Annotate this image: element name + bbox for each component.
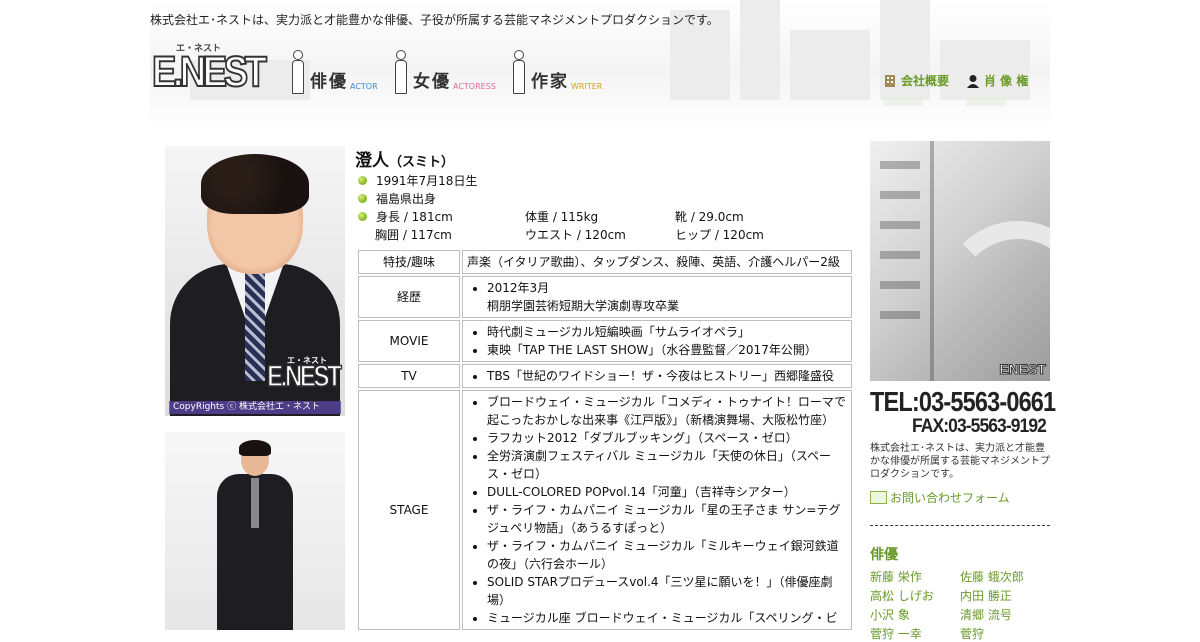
actor-name-kanji: 澄人 xyxy=(355,151,389,171)
actor-link[interactable]: 菅狩 xyxy=(960,625,984,642)
actor-link[interactable]: 菅狩 一幸 xyxy=(870,625,922,642)
list-item: ミュージカル座 ブロードウェイ・ミュージカル「スペリング・ビ xyxy=(487,609,847,627)
green-bullet-icon xyxy=(358,176,367,185)
table-row: MOVIE 時代劇ミュージカル短編映画「サムライオペラ」 東映「TAP THE … xyxy=(358,320,852,362)
career-table: 特技/趣味 声楽（イタリア歌曲）、タップダンス、殺陣、英語、介護ヘルパー2級 経… xyxy=(356,248,854,632)
career-history-cell: 2012年3月 桐朋学園芸術短期大学演劇専攻卒業 xyxy=(462,276,852,318)
nav-actress-label: 女優 xyxy=(413,72,451,92)
career-movie-cell: 時代劇ミュージカル短編映画「サムライオペラ」 東映「TAP THE LAST S… xyxy=(462,320,852,362)
actor-link[interactable]: 小沢 象 xyxy=(870,606,910,623)
site-tagline: 株式会社エ･ネストは、実力派と才能豊かな俳優、子役が所属する芸能マネジメントプロ… xyxy=(150,13,719,27)
list-item: ザ・ライフ・カムパニイ ミュージカル「星の王子さま サン=テグジュペリ物語」（あ… xyxy=(487,501,847,537)
nav-writer[interactable]: 作家 WRITER xyxy=(511,48,602,94)
green-bullet-icon xyxy=(358,194,367,203)
company-description: 株式会社エ･ネストは、実力派と才能豊かな俳優が所属する芸能マネジメントプロダクシ… xyxy=(870,443,1050,480)
nav-actor-en: ACTOR xyxy=(350,82,378,91)
person-silhouette-icon xyxy=(967,74,979,88)
career-head-history: 経歴 xyxy=(358,276,460,318)
list-item: ザ・ライフ・カムパニイ ミュージカル「ミルキーウェイ銀河鉄道の夜」（六行会ホール… xyxy=(487,537,847,573)
contact-form-link[interactable]: お問い合わせフォーム xyxy=(870,489,1010,506)
logo-text[interactable]: E.NEST xyxy=(151,47,268,97)
photo-watermark-logo: E.NEST xyxy=(266,359,342,394)
list-item: DULL-COLORED POPvol.14「河童」（吉祥寺シアター） xyxy=(487,483,847,501)
writer-figure-icon xyxy=(511,50,525,94)
green-bullet-icon xyxy=(358,212,367,221)
portrait-rights-link[interactable]: 肖 像 権 xyxy=(966,72,1028,89)
profile-weight: 体重 / 115kg xyxy=(525,210,599,224)
phone-number: TEL:03-5563-0661 xyxy=(870,386,1056,417)
profile-measurements-row: 身長 / 181cm xyxy=(358,208,453,225)
table-row: TV TBS「世紀のワイドショー！ザ・今夜はヒストリー」西郷隆盛役 xyxy=(358,364,852,388)
profile-shoe: 靴 / 29.0cm xyxy=(675,210,744,224)
female-figure-icon xyxy=(393,50,407,94)
company-profile-label: 会社概要 xyxy=(901,74,950,88)
career-head-movie: MOVIE xyxy=(358,320,460,362)
building-photo-logo: ENEST xyxy=(999,361,1047,378)
list-item: TBS「世紀のワイドショー！ザ・今夜はヒストリー」西郷隆盛役 xyxy=(487,367,847,385)
actor-name-kana: （スミト） xyxy=(389,155,455,170)
list-item: 時代劇ミュージカル短編映画「サムライオペラ」 xyxy=(487,323,847,341)
list-item: 2012年3月 桐朋学園芸術短期大学演劇専攻卒業 xyxy=(487,279,847,315)
sidebar-section-actors: 俳優 xyxy=(870,547,898,563)
photo-copyright: CopyRights ⓒ 株式会社エ・ネスト xyxy=(169,401,341,414)
table-row: 経歴 2012年3月 桐朋学園芸術短期大学演劇専攻卒業 xyxy=(358,276,852,318)
career-stage-cell: ブロードウェイ・ミュージカル「コメディ・トゥナイト！ローマで起こったおかしな出来… xyxy=(462,390,852,630)
nav-writer-label: 作家 xyxy=(531,72,569,92)
actor-link[interactable]: 内田 勝正 xyxy=(960,587,1012,604)
profile-birthday: 1991年7月18日生 xyxy=(376,174,478,188)
actor-link[interactable]: 新藤 栄作 xyxy=(870,568,922,585)
list-item: SOLID STARプロデュースvol.4「三ツ星に願いを！」（俳優座劇場） xyxy=(487,573,847,609)
profile-birthplace: 福島県出身 xyxy=(376,192,437,206)
list-item: ラフカット2012「ダブルブッキング」（スペース・ゼロ） xyxy=(487,429,847,447)
career-head-tv: TV xyxy=(358,364,460,388)
util-reflection xyxy=(883,97,923,106)
office-building-photo: ENEST xyxy=(870,141,1050,381)
building-icon xyxy=(885,74,895,87)
fax-number: FAX:03-5563-9192 xyxy=(912,416,1047,437)
career-head-stage: STAGE xyxy=(358,390,460,630)
profile-hip: ヒップ / 120cm xyxy=(675,228,764,242)
nav-actress-en: ACTORESS xyxy=(453,82,496,91)
nav-actress[interactable]: 女優 ACTORESS xyxy=(393,48,496,94)
actor-link[interactable]: 高松 しげお xyxy=(870,587,934,604)
profile-photo-fullbody xyxy=(165,432,345,630)
profile-birthday-row: 1991年7月18日生 xyxy=(358,172,477,189)
profile-birthplace-row: 福島県出身 xyxy=(358,190,436,207)
profile-chest: 胸囲 / 117cm xyxy=(375,228,452,242)
list-item: 東映「TAP THE LAST SHOW」（水谷豊監督／2017年公開） xyxy=(487,341,847,359)
nav-actor[interactable]: 俳優 ACTOR xyxy=(290,48,378,94)
contact-form-label: お問い合わせフォーム xyxy=(890,491,1010,505)
list-item: ブロードウェイ・ミュージカル「コメディ・トゥナイト！ローマで起こったおかしな出来… xyxy=(487,393,847,429)
profile-waist: ウエスト / 120cm xyxy=(525,228,626,242)
portrait-rights-label: 肖 像 権 xyxy=(984,74,1029,88)
company-profile-link[interactable]: 会社概要 xyxy=(883,72,949,89)
list-item: 全労済演劇フェスティバル ミュージカル「天使の休日」（スペース・ゼロ） xyxy=(487,447,847,483)
actor-link[interactable]: 佐藤 蛾次郎 xyxy=(960,568,1024,585)
profile-height: 身長 / 181cm xyxy=(376,210,453,224)
nav-writer-en: WRITER xyxy=(571,82,603,91)
util-reflection xyxy=(966,97,1006,106)
profile-photo-portrait: エ・ネスト E.NEST CopyRights ⓒ 株式会社エ・ネスト xyxy=(165,146,345,416)
sidebar-divider xyxy=(870,525,1050,526)
table-row: 特技/趣味 声楽（イタリア歌曲）、タップダンス、殺陣、英語、介護ヘルパー2級 xyxy=(358,250,852,274)
actor-name: 澄人（スミト） xyxy=(355,146,454,171)
career-head-skills: 特技/趣味 xyxy=(358,250,460,274)
nav-actor-label: 俳優 xyxy=(310,72,348,92)
male-figure-icon xyxy=(290,50,304,94)
actor-link[interactable]: 清郷 流号 xyxy=(960,606,1012,623)
mail-icon xyxy=(870,491,887,504)
table-row: STAGE ブロードウェイ・ミュージカル「コメディ・トゥナイト！ローマで起こった… xyxy=(358,390,852,630)
career-skills-text: 声楽（イタリア歌曲）、タップダンス、殺陣、英語、介護ヘルパー2級 xyxy=(462,250,852,274)
career-tv-cell: TBS「世紀のワイドショー！ザ・今夜はヒストリー」西郷隆盛役 xyxy=(462,364,852,388)
